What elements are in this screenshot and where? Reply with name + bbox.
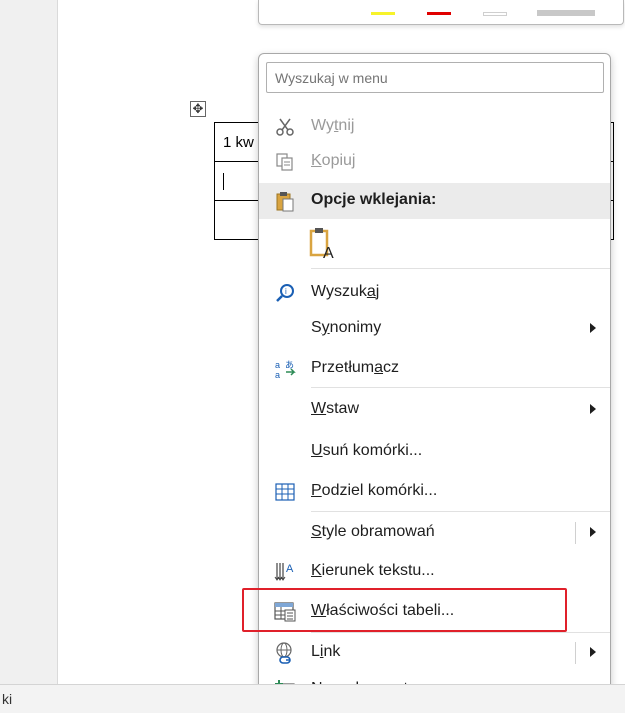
menu-item-label: Wstaw	[311, 400, 360, 417]
menu-divider	[311, 632, 610, 633]
svg-text:あ: あ	[285, 360, 294, 371]
split-button-separator	[575, 642, 576, 664]
paste-icon	[273, 189, 297, 213]
menu-divider	[311, 268, 610, 269]
chevron-right-icon[interactable]	[590, 647, 596, 657]
menu-item-cut[interactable]: Wytnij	[259, 109, 610, 145]
menu-item-delete-cells[interactable]: Usuń komórki...	[259, 434, 610, 470]
menu-divider	[311, 511, 610, 512]
paste-options-header: Opcje wklejania:	[259, 183, 610, 219]
menu-item-split-cells[interactable]: Podziel komórki...	[259, 474, 610, 510]
chevron-right-icon	[590, 404, 596, 414]
menu-item-link[interactable]: Link	[259, 635, 610, 671]
paste-text-only-icon: A	[309, 226, 339, 262]
red-swatch[interactable]	[427, 12, 451, 15]
svg-text:i: i	[285, 287, 287, 296]
scissors-icon	[273, 115, 297, 139]
menu-item-label: Kierunek tekstu...	[311, 562, 435, 579]
split-button-separator	[575, 522, 576, 544]
menu-item-label: Kopiuj	[311, 152, 356, 169]
menu-item-insert[interactable]: Wstaw	[259, 392, 610, 428]
menu-item-label: Style obramowań	[311, 523, 435, 540]
status-bar-text: ki	[2, 691, 13, 707]
menu-item-label: Wytnij	[311, 117, 355, 134]
chevron-right-icon[interactable]	[590, 527, 596, 537]
copy-icon	[273, 150, 297, 174]
white-swatch[interactable]	[483, 12, 507, 16]
paste-keep-text-only-button[interactable]: A	[259, 222, 610, 266]
menu-item-copy[interactable]: Kopiuj	[259, 144, 610, 180]
cell-text: 1 kw	[223, 133, 254, 151]
menu-item-label: Usuń komórki...	[311, 442, 423, 459]
menu-item-label: Przetłumacz	[311, 359, 400, 376]
highlight-box	[242, 588, 567, 632]
left-gutter	[0, 0, 57, 684]
menu-item-label: Synonimy	[311, 319, 382, 336]
menu-item-label: Link	[311, 643, 341, 660]
menu-divider	[311, 387, 610, 388]
split-cells-icon	[273, 480, 297, 504]
text-direction-icon: A	[273, 560, 297, 584]
svg-text:a: a	[275, 360, 280, 370]
menu-item-search[interactable]: i Wyszukaj	[259, 275, 610, 311]
text-caret	[223, 172, 224, 190]
menu-item-translate[interactable]: aあa Przetłumacz	[259, 351, 610, 387]
gray-swatch[interactable]	[537, 10, 595, 16]
svg-text:A: A	[323, 245, 334, 260]
menu-item-label: Wyszukaj	[311, 283, 380, 300]
translate-icon: aあa	[273, 357, 297, 381]
mini-toolbar	[258, 0, 624, 25]
yellow-swatch[interactable]	[371, 12, 395, 15]
menu-item-synonyms[interactable]: Synonimy	[259, 311, 610, 347]
search-icon: i	[273, 281, 297, 305]
menu-item-border-styles[interactable]: Style obramowań	[259, 515, 610, 551]
menu-search-input[interactable]	[266, 62, 604, 93]
svg-text:a: a	[275, 370, 280, 380]
svg-text:A: A	[286, 563, 294, 575]
chevron-right-icon	[590, 323, 596, 333]
status-bar: ki	[0, 684, 625, 713]
table-move-handle[interactable]: ✥	[190, 101, 206, 117]
menu-item-label: Podziel komórki...	[311, 482, 438, 499]
menu-item-text-direction[interactable]: A Kierunek tekstu...	[259, 554, 610, 590]
link-icon	[273, 641, 297, 665]
